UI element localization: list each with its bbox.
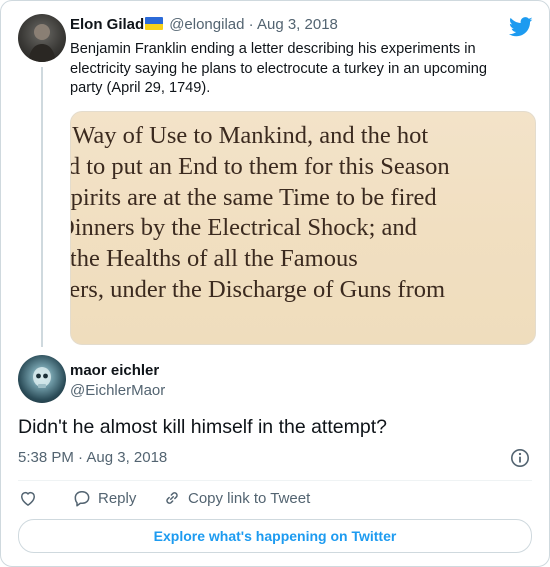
- media-text-lines: s Way of Use to Mankind, and the hot ed …: [70, 121, 450, 306]
- heart-icon: [21, 491, 35, 506]
- avatar-skull-icon: [33, 367, 51, 388]
- reply-label: Reply: [98, 489, 137, 507]
- reply-author-name[interactable]: maor eichler: [70, 362, 159, 379]
- tweet-embed-card: Elon Gilad @elongilad · Aug 3, 2018 Benja…: [0, 0, 550, 567]
- divider: [18, 480, 532, 481]
- reply-author-handle[interactable]: @EichlerMaor: [70, 382, 165, 399]
- ukraine-flag-icon: [145, 17, 164, 30]
- avatar[interactable]: [18, 355, 66, 403]
- thread-connector-line: [41, 67, 43, 347]
- media-line: ı the Healths of all the Famous: [70, 245, 358, 273]
- media-line: pers, under the Discharge of Guns from: [70, 275, 446, 303]
- link-icon: [166, 492, 178, 504]
- author-name[interactable]: Elon Gilad: [70, 16, 144, 33]
- tweet-media-image[interactable]: s Way of Use to Mankind, and the hot ed …: [70, 111, 536, 345]
- info-icon[interactable]: [510, 448, 530, 468]
- avatar[interactable]: [18, 14, 66, 62]
- speech-bubble-icon: [74, 491, 90, 507]
- reply-button[interactable]: Reply: [72, 488, 136, 508]
- reply-tweet-text: Didn't he almost kill himself in the att…: [18, 416, 387, 438]
- twitter-bird-icon[interactable]: [509, 17, 533, 37]
- tweet-timestamp-link[interactable]: 5:38 PM · Aug 3, 2018: [18, 449, 167, 466]
- media-line: Spirits are at the same Time to be fired: [70, 183, 437, 211]
- media-line: s Way of Use to Mankind, and the hot: [70, 122, 429, 149]
- separator: ·: [248, 16, 254, 33]
- copy-link-label: Copy link to Tweet: [188, 489, 311, 507]
- copy-link-button[interactable]: Copy link to Tweet: [162, 488, 310, 508]
- like-button[interactable]: [18, 488, 38, 508]
- media-line: Dinners by the Electrical Shock; and: [70, 214, 417, 242]
- tweet-date-link[interactable]: Aug 3, 2018: [257, 16, 338, 33]
- media-line: ed to put an End to them for this Season: [70, 152, 450, 180]
- parent-tweet-header: Elon Gilad @elongilad · Aug 3, 2018: [70, 16, 338, 33]
- avatar-person-icon: [28, 24, 56, 62]
- author-handle[interactable]: @elongilad: [169, 16, 244, 33]
- parent-tweet-text: Benjamin Franklin ending a letter descri…: [70, 41, 487, 96]
- explore-twitter-button[interactable]: Explore what's happening on Twitter: [18, 519, 532, 553]
